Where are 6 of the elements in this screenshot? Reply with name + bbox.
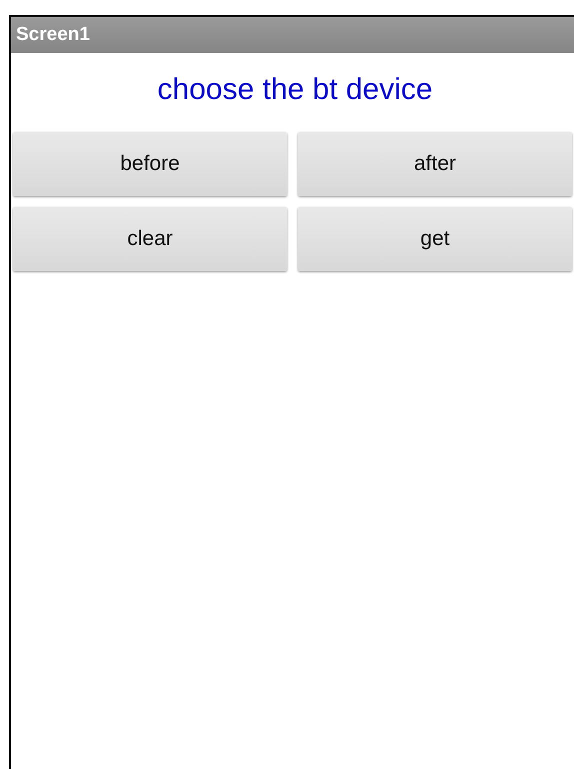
action-button[interactable]: after (298, 132, 572, 196)
heading-label: choose the bt device (156, 72, 434, 108)
action-button[interactable]: get (298, 207, 572, 271)
action-button[interactable]: before (13, 132, 287, 196)
window-title: Screen1 (16, 24, 90, 46)
action-button[interactable]: clear (13, 207, 287, 271)
